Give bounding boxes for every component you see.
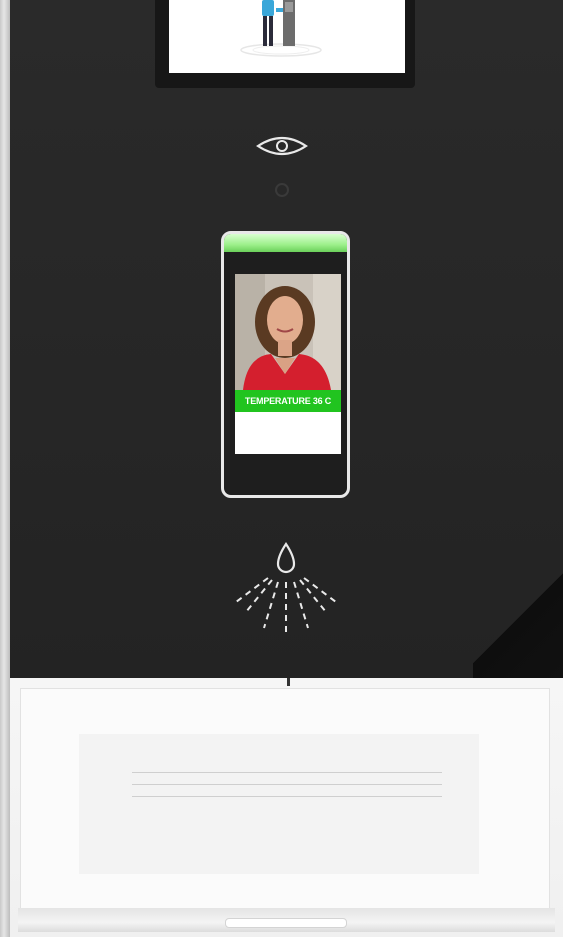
sanitizer-spray-icon [235, 542, 337, 632]
kiosk-product-image: TEMPERATURE 36 C [0, 0, 563, 937]
top-screen [169, 0, 405, 73]
tray-groove [132, 772, 442, 773]
tray-groove [132, 796, 442, 797]
face-photo [235, 274, 341, 390]
eye-icon [256, 136, 308, 156]
sensor-icon [275, 183, 289, 197]
panel-notch [287, 678, 290, 686]
terminal-screen: TEMPERATURE 36 C [235, 274, 341, 454]
face-recognition-terminal: TEMPERATURE 36 C [221, 231, 350, 498]
tray-recess [79, 734, 479, 874]
drip-tray [10, 678, 563, 937]
illustration-figures [240, 0, 322, 57]
tray-basin [20, 688, 550, 910]
side-frame [0, 0, 10, 937]
panel-corner-shadow [473, 558, 563, 678]
status-light [224, 234, 347, 252]
temperature-label: TEMPERATURE 36 C [235, 390, 341, 412]
tray-handle [225, 918, 347, 928]
tray-groove [132, 784, 442, 785]
